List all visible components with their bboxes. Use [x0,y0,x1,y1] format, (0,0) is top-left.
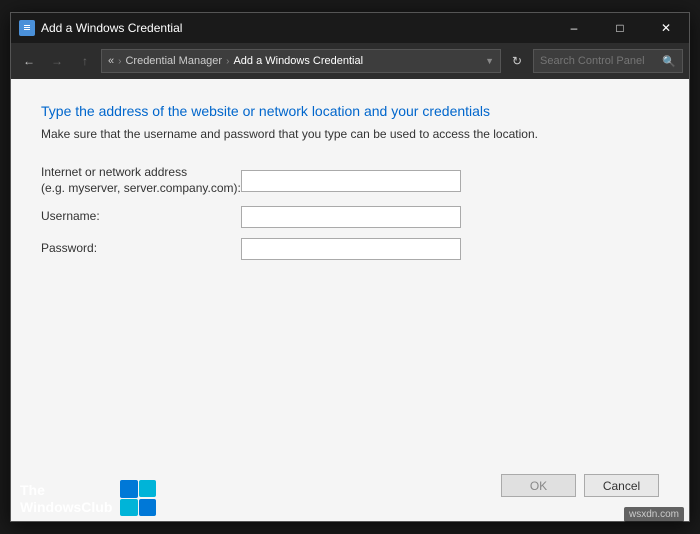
watermark-logo [120,480,156,516]
search-input[interactable] [540,55,658,67]
watermark-text: The WindowsClub [20,482,112,516]
wsxdn-badge: wsxdn.com [624,507,684,522]
address-row: Internet or network address (e.g. myserv… [41,165,659,196]
breadcrumb-current: Add a Windows Credential [233,55,363,67]
content-area: Type the address of the website or netwo… [11,79,689,521]
up-button[interactable]: ↑ [73,49,97,73]
watermark: The WindowsClub [20,480,156,516]
address-label: Internet or network address (e.g. myserv… [41,165,241,196]
window-icon [19,20,35,36]
title-bar-controls: – □ ✕ [551,13,689,43]
search-box: 🔍 [533,49,683,73]
refresh-button[interactable]: ↻ [505,49,529,73]
address-input[interactable] [241,170,461,192]
close-button[interactable]: ✕ [643,13,689,43]
form-section: Internet or network address (e.g. myserv… [41,165,659,260]
search-icon: 🔍 [662,55,676,68]
breadcrumb-sep1: › [118,56,121,67]
username-row: Username: [41,206,659,228]
window-title: Add a Windows Credential [41,21,182,35]
title-bar: Add a Windows Credential – □ ✕ [11,13,689,43]
nav-bar: ← → ↑ « › Credential Manager › Add a Win… [11,43,689,79]
ok-button[interactable]: OK [501,474,576,497]
address-bar: « › Credential Manager › Add a Windows C… [101,49,501,73]
main-window: Add a Windows Credential – □ ✕ ← → ↑ « ›… [10,12,690,522]
breadcrumb-parent[interactable]: Credential Manager [125,55,222,67]
password-label: Password: [41,241,241,257]
dropdown-arrow-icon[interactable]: ▼ [485,56,494,66]
username-input[interactable] [241,206,461,228]
breadcrumb-root[interactable]: « [108,55,114,67]
form-subheading: Make sure that the username and password… [41,127,659,141]
form-heading: Type the address of the website or netwo… [41,103,659,119]
breadcrumb-sep2: › [226,56,229,67]
minimize-button[interactable]: – [551,13,597,43]
back-button[interactable]: ← [17,49,41,73]
maximize-button[interactable]: □ [597,13,643,43]
password-row: Password: [41,238,659,260]
forward-button[interactable]: → [45,49,69,73]
title-bar-left: Add a Windows Credential [19,20,182,36]
password-input[interactable] [241,238,461,260]
cancel-button[interactable]: Cancel [584,474,659,497]
username-label: Username: [41,209,241,225]
